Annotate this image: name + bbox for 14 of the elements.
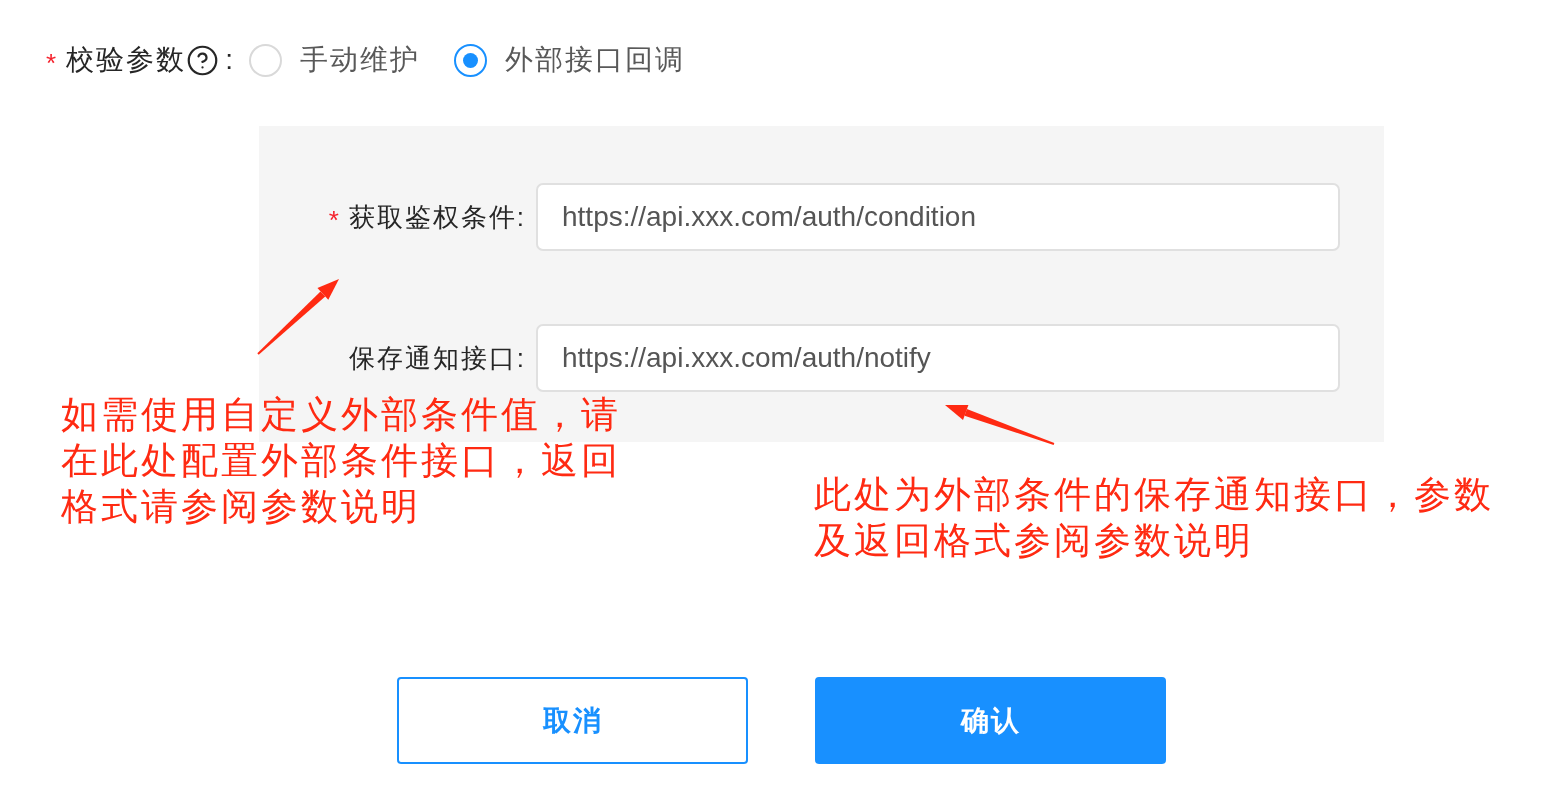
field-label: 保存通知接口:	[348, 341, 526, 375]
label-colon: :	[225, 44, 233, 76]
field-label: 获取鉴权条件:	[348, 200, 526, 234]
input-field[interactable]: https://api.xxx.com/auth/condition	[536, 183, 1340, 251]
annotation-note: 如需使用自定义外部条件值，请在此处配置外部条件接口，返回格式请参阅参数说明	[61, 393, 622, 529]
radio-label[interactable]: 外部接口回调	[504, 41, 685, 79]
required-asterisk: *	[46, 47, 57, 76]
help-icon[interactable]	[186, 43, 220, 77]
field-label: 校验参数	[66, 43, 187, 77]
radio-button[interactable]	[453, 43, 487, 77]
input-field[interactable]: https://api.xxx.com/auth/notify	[536, 324, 1340, 392]
annotation-note: 此处为外部条件的保存通知接口，参数及返回格式参阅参数说明	[814, 473, 1495, 563]
radio-label[interactable]: 手动维护	[299, 41, 420, 79]
required-asterisk: *	[328, 204, 339, 233]
